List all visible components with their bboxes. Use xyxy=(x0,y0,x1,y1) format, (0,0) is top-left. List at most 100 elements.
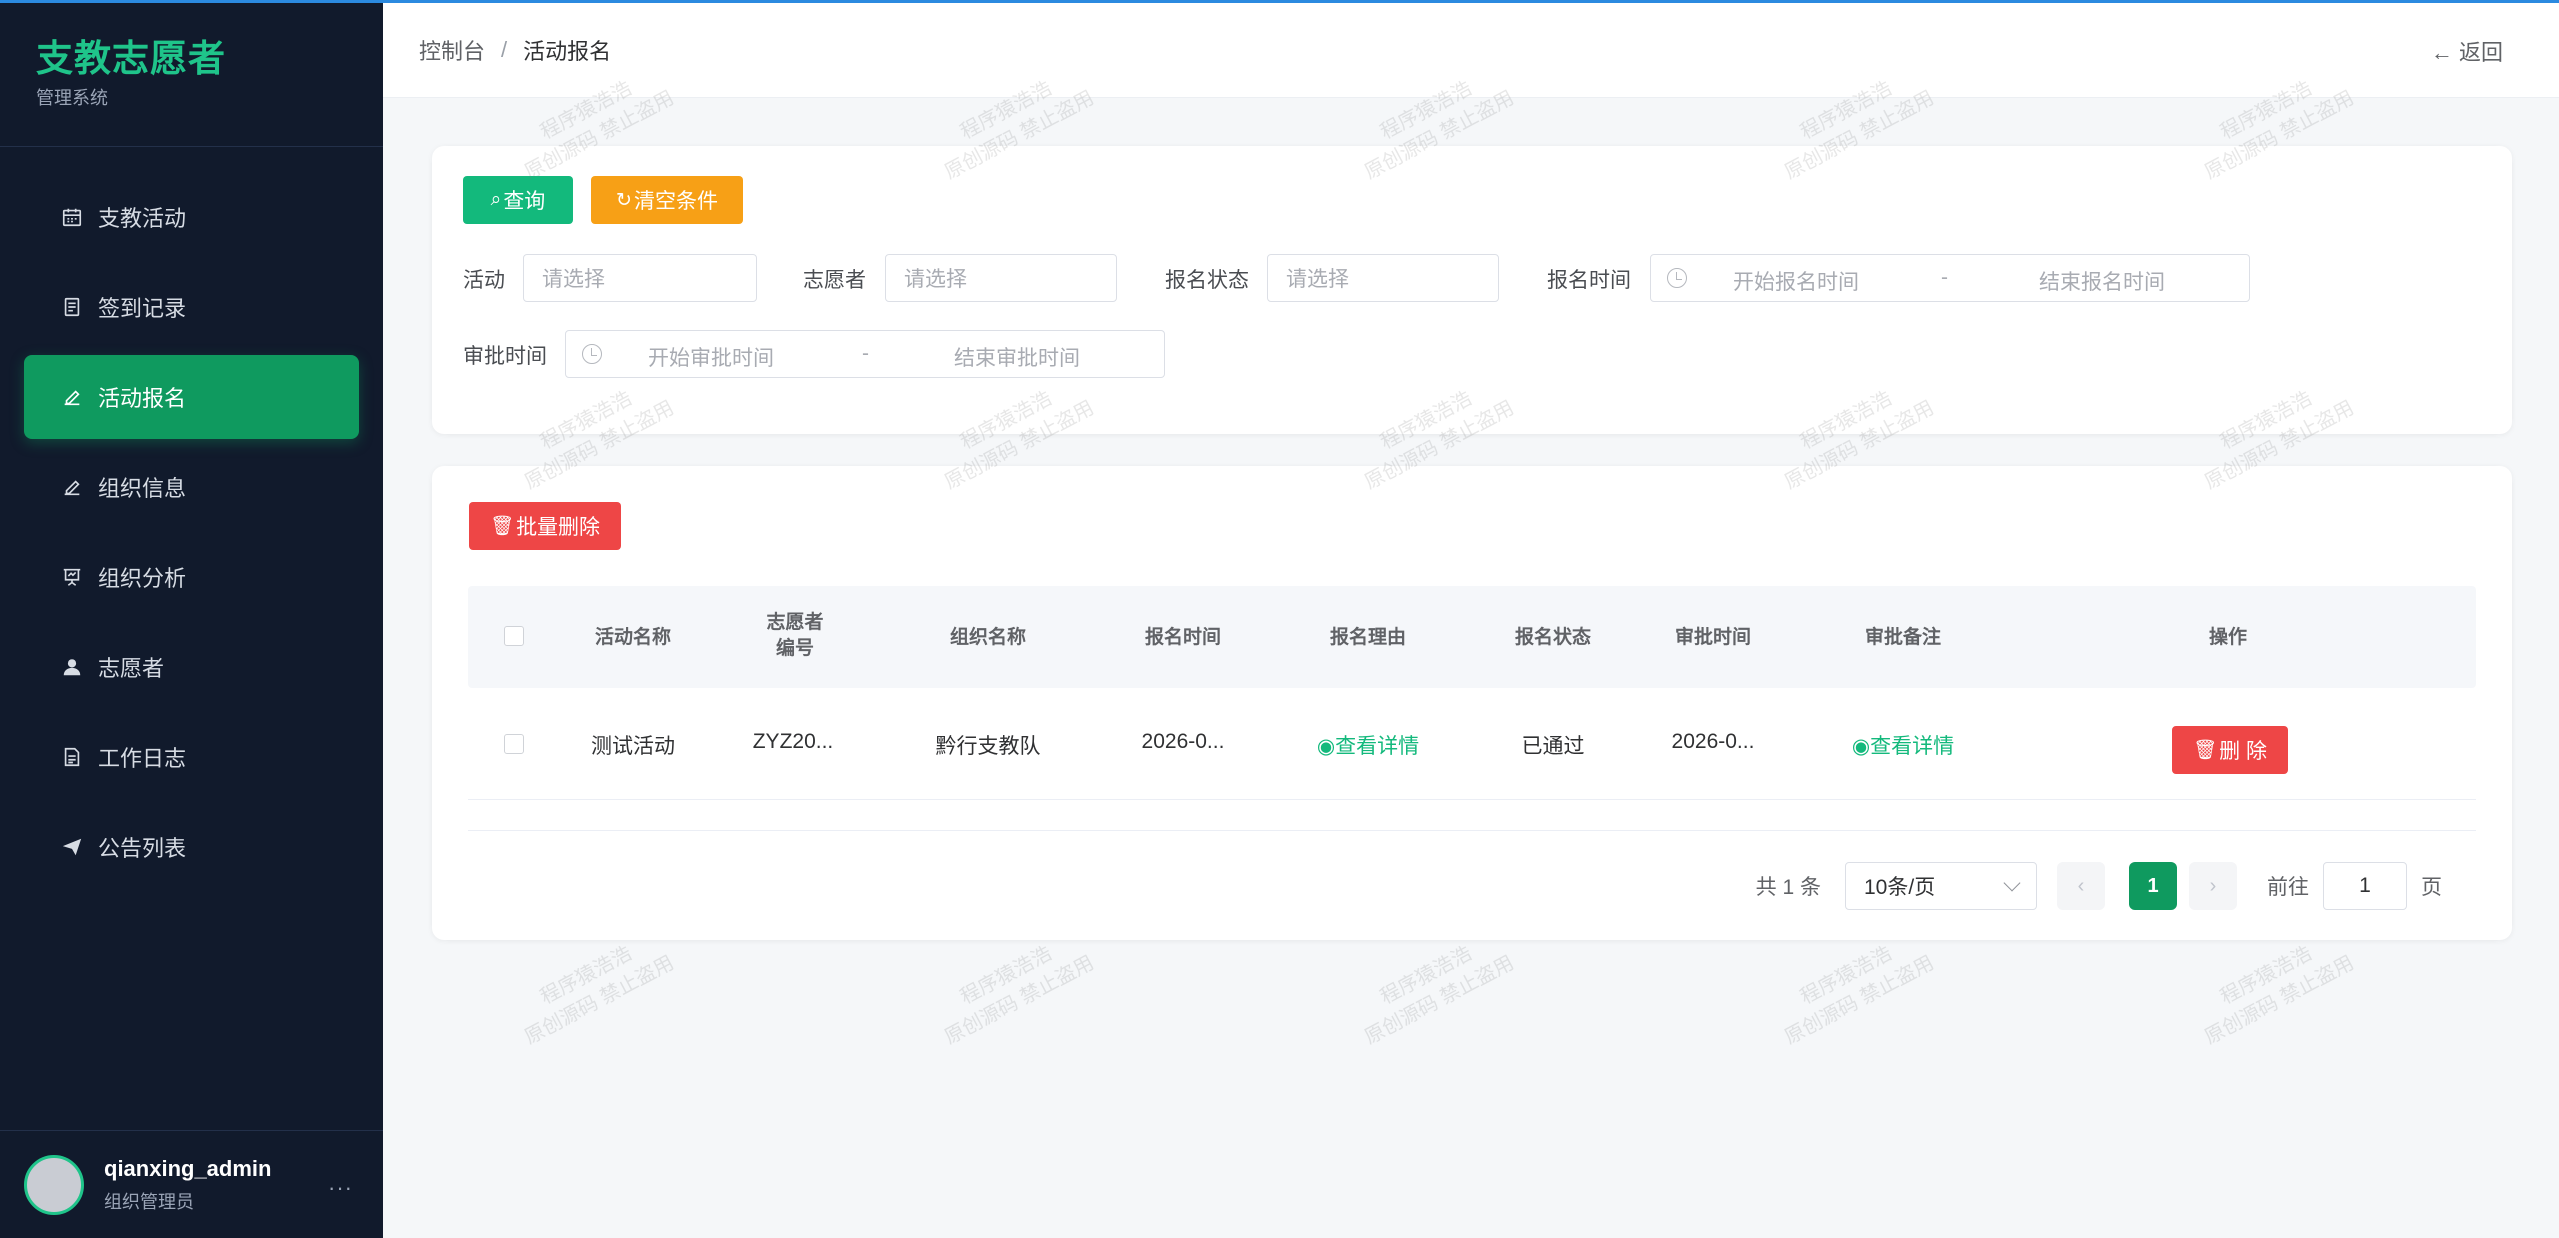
user-panel[interactable]: qianxing_admin 组织管理员 ··· xyxy=(0,1130,383,1238)
watermark: 程序猿浩浩原创源码 禁止盗用 xyxy=(1361,942,1518,1049)
select-all-checkbox[interactable] xyxy=(504,626,524,646)
back-label: 返回 xyxy=(2458,40,2503,65)
top-accent-line xyxy=(0,0,2559,3)
page-1-button[interactable]: 1 xyxy=(2129,862,2177,910)
cell-approve-time: 2026-0... xyxy=(1671,730,1755,753)
col-actions: 操作 xyxy=(2208,627,2247,648)
brand-title: 支教志愿者 xyxy=(36,38,226,79)
sidebar-menu: 支教活动 签到记录 活动报名 组织信息 组织分析 志愿者 工作日志 公告列表 xyxy=(0,147,383,889)
clear-button[interactable]: ↻ 清空条件 xyxy=(591,176,743,224)
sidebar-item-worklog[interactable]: 工作日志 xyxy=(24,715,359,799)
approve-time-range[interactable]: 开始审批时间 - 结束审批时间 xyxy=(565,330,1165,378)
cell-volunteer-no: ZYZ20... xyxy=(752,730,834,753)
user-info: qianxing_admin 组织管理员 xyxy=(104,1156,271,1214)
pagination: 共 1 条 10条/页 ‹ 1 › 前往 1 页 xyxy=(1756,862,2442,910)
view-remark-link[interactable]: ◉查看详情 xyxy=(1818,730,1988,760)
trash-icon: 🗑 xyxy=(489,516,515,537)
avatar[interactable] xyxy=(24,1154,84,1215)
sidebar-item-signup[interactable]: 活动报名 xyxy=(24,355,359,439)
filter-card: ⌕ 查询 ↻ 清空条件 活动 请选择 志愿者 请选择 报名状态 请选择 报名时间… xyxy=(432,146,2512,434)
sidebar-item-volunteers[interactable]: 志愿者 xyxy=(24,625,359,709)
volunteer-select[interactable]: 请选择 xyxy=(885,254,1117,302)
sidebar-item-label: 活动报名 xyxy=(98,386,187,411)
sidebar-item-label: 公告列表 xyxy=(98,836,187,861)
brand-subtitle: 管理系统 xyxy=(36,88,108,108)
back-button[interactable]: ← 返回 xyxy=(2431,35,2503,67)
activity-select[interactable]: 请选择 xyxy=(523,254,757,302)
col-signup-time: 报名时间 xyxy=(1144,627,1221,648)
chevron-down-icon xyxy=(2003,874,2021,892)
table-row: 测试活动 ZYZ20... 黔行支教队 2026-0... ◉查看详情 已通过 … xyxy=(468,688,2476,800)
next-page-button[interactable]: › xyxy=(2189,862,2237,910)
sidebar-item-checkin[interactable]: 签到记录 xyxy=(24,265,359,349)
sidebar-item-label: 组织信息 xyxy=(98,476,187,501)
edit-icon xyxy=(60,385,84,409)
signup-end-placeholder: 结束报名时间 xyxy=(2039,271,2165,294)
clear-label: 清空条件 xyxy=(633,190,718,213)
sidebar-item-label: 签到记录 xyxy=(98,296,187,321)
trash-icon: 🗑 xyxy=(2193,740,2218,761)
more-icon[interactable]: ··· xyxy=(328,1175,353,1201)
batch-delete-button[interactable]: 🗑 批量删除 xyxy=(469,502,621,550)
status-label: 报名状态 xyxy=(1165,269,1249,292)
goto-label: 前往 xyxy=(2267,876,2309,899)
sidebar-item-org-info[interactable]: 组织信息 xyxy=(24,445,359,529)
signup-time-label: 报名时间 xyxy=(1547,269,1631,292)
watermark: 程序猿浩浩原创源码 禁止盗用 xyxy=(2201,942,2358,1049)
calendar-icon xyxy=(60,205,84,229)
status-select[interactable]: 请选择 xyxy=(1267,254,1499,302)
arrow-left-icon: ← xyxy=(2430,40,2453,65)
edit-icon xyxy=(60,475,84,499)
prev-page-button[interactable]: ‹ xyxy=(2057,862,2105,910)
breadcrumb-home[interactable]: 控制台 xyxy=(419,34,485,66)
clock-icon xyxy=(1667,268,1687,288)
approve-start-placeholder: 开始审批时间 xyxy=(648,347,774,370)
sidebar-item-label: 工作日志 xyxy=(98,746,187,771)
table-bottom-divider xyxy=(468,830,2476,831)
table-card: 🗑 批量删除 活动名称 志愿者编号 组织名称 报名时间 报名理由 报名状态 审批… xyxy=(432,466,2512,940)
sidebar-item-announcements[interactable]: 公告列表 xyxy=(24,805,359,889)
col-org: 组织名称 xyxy=(949,627,1026,648)
sidebar-item-activities[interactable]: 支教活动 xyxy=(24,175,359,259)
signup-time-range[interactable]: 开始报名时间 - 结束报名时间 xyxy=(1650,254,2250,302)
view-reason-label: 查看详情 xyxy=(1335,735,1420,758)
goto-page-input[interactable]: 1 xyxy=(2323,862,2407,910)
refresh-icon: ↻ xyxy=(616,189,632,211)
col-activity: 活动名称 xyxy=(594,627,671,648)
user-role: 组织管理员 xyxy=(104,1191,194,1212)
sidebar-item-label: 组织分析 xyxy=(98,566,187,591)
eye-icon: ◉ xyxy=(1316,735,1336,758)
query-button[interactable]: ⌕ 查询 xyxy=(463,176,573,224)
watermark: 程序猿浩浩原创源码 禁止盗用 xyxy=(941,942,1098,1049)
sidebar-item-org-analysis[interactable]: 组织分析 xyxy=(24,535,359,619)
activity-label: 活动 xyxy=(463,269,505,292)
approve-end-placeholder: 结束审批时间 xyxy=(954,347,1080,370)
page-size-value: 10条/页 xyxy=(1864,876,1936,899)
breadcrumb-separator: / xyxy=(501,37,508,62)
cell-status: 已通过 xyxy=(1521,735,1585,758)
volunteer-label: 志愿者 xyxy=(803,269,866,292)
user-icon xyxy=(60,655,84,679)
header: 控制台 / 活动报名 ← 返回 xyxy=(383,3,2559,98)
delete-button[interactable]: 🗑 删 除 xyxy=(2172,726,2288,774)
document-icon xyxy=(60,745,84,769)
approve-time-label: 审批时间 xyxy=(463,345,547,368)
row-checkbox[interactable] xyxy=(504,734,524,754)
cell-signup-time: 2026-0... xyxy=(1141,730,1225,753)
brand: 支教志愿者 管理系统 xyxy=(0,0,383,147)
col-volunteer-no: 志愿者编号 xyxy=(766,612,824,659)
query-label: 查询 xyxy=(503,190,546,213)
view-reason-link[interactable]: ◉查看详情 xyxy=(1288,730,1448,760)
eye-icon: ◉ xyxy=(1851,735,1871,758)
search-icon: ⌕ xyxy=(490,189,502,210)
document-icon xyxy=(60,295,84,319)
view-remark-label: 查看详情 xyxy=(1870,735,1955,758)
clock-icon xyxy=(582,344,602,364)
batch-delete-label: 批量删除 xyxy=(516,516,601,539)
sidebar: 支教志愿者 管理系统 支教活动 签到记录 活动报名 组织信息 组织分析 志愿者 … xyxy=(0,0,383,1238)
col-reason: 报名理由 xyxy=(1329,627,1406,648)
page-size-select[interactable]: 10条/页 xyxy=(1845,862,2037,910)
cell-org: 黔行支教队 xyxy=(935,735,1041,758)
presentation-icon xyxy=(60,565,84,589)
sidebar-item-label: 支教活动 xyxy=(98,206,187,231)
